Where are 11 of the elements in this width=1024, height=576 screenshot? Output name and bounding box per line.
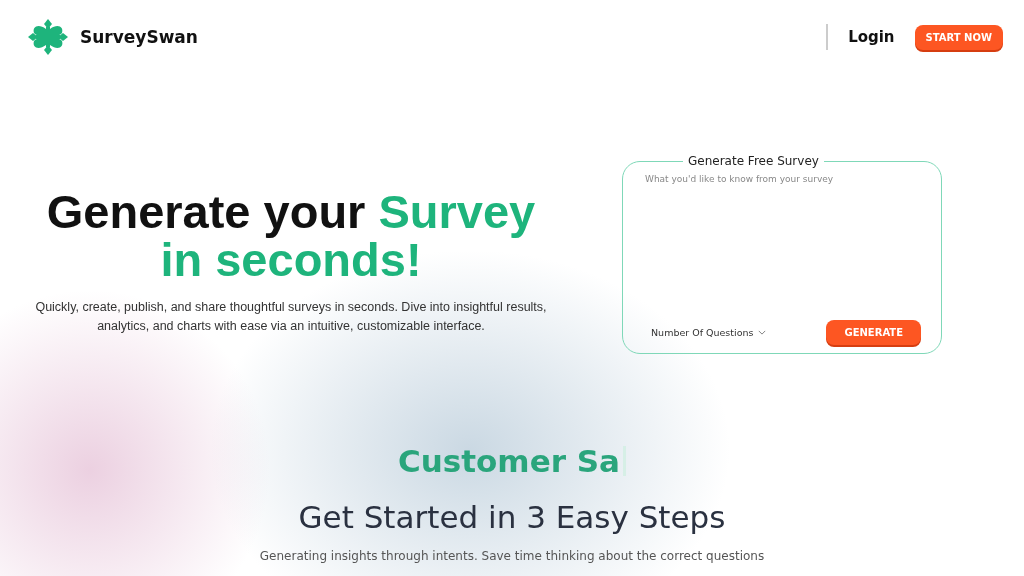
login-link[interactable]: Login — [848, 28, 895, 46]
survey-generator-card[interactable]: Generate Free Survey What you'd like to know from your survey Number Of Questions GENERATE — [622, 154, 942, 354]
brand-name[interactable]: SurveySwan — [80, 27, 198, 47]
steps-title: Get Started in 3 Easy Steps — [298, 499, 726, 535]
steps-subtitle: Generating insights through intents. Save time thinking about the correct questions — [259, 549, 765, 563]
questions-dropdown[interactable]: Number Of Questions — [651, 327, 767, 338]
survey-prompt-field[interactable]: What you'd like to know from your survey — [643, 172, 921, 320]
hero-headline: Generate your Survey in seconds! — [45, 188, 537, 284]
card-legend: Generate Free Survey — [683, 154, 824, 168]
typing-headline: Customer Sa — [397, 443, 620, 479]
hero-subtitle: Quickly, create, publish, and share thoughtful surveys in seconds. Dive into insightful results, analytics, and charts with ease via an intuitive, customizable interface. — [34, 299, 548, 335]
